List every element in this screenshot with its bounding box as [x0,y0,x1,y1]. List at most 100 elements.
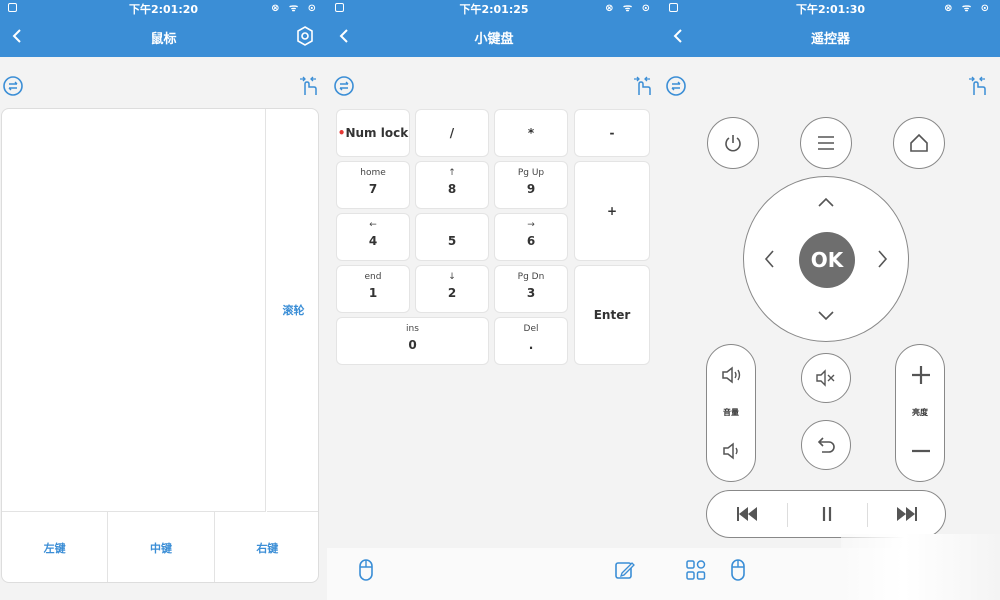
divider [867,503,868,527]
apps-grid-icon[interactable] [685,558,707,582]
key-enter[interactable]: Enter [574,265,650,365]
key-label: 8 [447,182,457,196]
key-6[interactable]: → 6 [494,213,568,261]
keypad-screen: 下午2:01:25 ⊗ ᯤ ⊙ 小键盘 •Num lock / * - home… [327,0,661,600]
key-label: 9 [526,182,536,196]
left-click-button[interactable]: 左键 [2,512,109,582]
edit-icon[interactable] [613,558,635,582]
key-plus[interactable]: + [574,161,650,261]
key-label: 1 [368,286,378,300]
key-label: / [449,126,455,140]
key-7[interactable]: home 7 [336,161,410,209]
app-screens: 下午2:01:20 ⊗ ᯤ ⊙ 鼠标 滚轮 左键 中键 右键 下午2:01:25… [0,0,1000,600]
key-8[interactable]: ↑ 8 [415,161,489,209]
bottom-toolbar [327,548,661,600]
home-icon [910,133,928,152]
switch-device-icon[interactable] [333,75,355,97]
key-0[interactable]: ins 0 [336,317,489,365]
next-track-icon[interactable] [895,503,919,525]
plus-icon[interactable] [909,363,933,387]
key-sublabel: → [527,220,535,230]
page-title: 遥控器 [810,32,850,47]
power-icon [725,135,741,152]
mouse-icon[interactable] [355,558,377,582]
media-controls [706,490,946,538]
menu-icon [818,136,834,150]
home-button[interactable] [893,117,945,169]
key-sublabel: ↑ [448,168,456,178]
key-label: 6 [526,234,536,248]
page-title: 鼠标 [150,32,177,47]
left-arrow-icon[interactable] [758,248,780,270]
mouse-screen: 下午2:01:20 ⊗ ᯤ ⊙ 鼠标 滚轮 左键 中键 右键 [0,0,327,600]
key-decimal[interactable]: Del. [494,317,568,365]
key-sublabel: Pg Dn [517,272,545,282]
up-arrow-icon[interactable] [815,191,837,213]
key-sublabel: ↓ [448,272,456,282]
status-bar: 下午2:01:25 ⊗ ᯤ ⊙ [327,0,661,16]
middle-click-button[interactable]: 中键 [108,512,215,582]
status-icons: ⊗ ᯤ ⊙ [271,3,319,14]
key-5[interactable]: 5 [415,213,489,261]
nav-bar: 鼠标 [0,16,327,57]
volume-up-icon[interactable] [720,363,744,387]
key-label: Num lock [345,126,409,140]
mute-icon [816,369,835,387]
wheel-label: 滚轮 [282,304,305,317]
switch-device-icon[interactable] [665,75,687,97]
gesture-hand-icon[interactable] [297,75,319,97]
menu-button[interactable] [800,117,852,169]
key-label: 7 [368,182,378,196]
gesture-hand-icon[interactable] [631,75,653,97]
switch-device-icon[interactable] [2,75,24,97]
key-9[interactable]: Pg Up 9 [494,161,568,209]
key-3[interactable]: Pg Dn 3 [494,265,568,313]
key-label: . [528,338,534,352]
key-label: 3 [526,286,536,300]
down-arrow-icon[interactable] [815,305,837,327]
mute-button[interactable] [801,353,851,403]
key-sublabel: Del [523,324,539,334]
direction-pad: OK [743,176,909,342]
key-label: + [606,204,618,218]
key-divide[interactable]: / [415,109,489,157]
mouse-icon[interactable] [727,558,749,582]
status-bar: 下午2:01:30 ⊗ ᯤ ⊙ [661,0,1000,16]
volume-down-icon[interactable] [720,439,744,463]
scroll-wheel[interactable]: 滚轮 [267,109,318,512]
key-label: 0 [408,338,417,352]
remote-screen: 下午2:01:30 ⊗ ᯤ ⊙ 遥控器 OK 音量 亮度 [661,0,1000,600]
ok-button[interactable]: OK [799,232,855,288]
key-sublabel: ← [369,220,377,230]
right-click-button[interactable]: 右键 [215,512,318,582]
mouse-buttons: 左键 中键 右键 [2,512,318,582]
touch-area[interactable] [2,109,266,512]
return-button[interactable] [801,420,851,470]
key-4[interactable]: ← 4 [336,213,410,261]
minus-icon[interactable] [909,439,933,463]
key-label: - [609,126,615,140]
key-multiply[interactable]: * [494,109,568,157]
return-icon [817,437,835,453]
previous-track-icon[interactable] [735,503,759,525]
key-2[interactable]: ↓ 2 [415,265,489,313]
right-arrow-icon[interactable] [872,248,894,270]
key-numlock[interactable]: •Num lock [336,109,410,157]
status-bar: 下午2:01:20 ⊗ ᯤ ⊙ [0,0,327,16]
nav-bar: 遥控器 [661,16,1000,57]
gear-icon[interactable] [295,26,315,46]
gesture-hand-icon[interactable] [966,75,988,97]
brightness-label: 亮度 [912,408,928,417]
brightness-rocker: 亮度 [895,344,945,482]
nav-bar: 小键盘 [327,16,661,57]
key-sublabel: home [360,168,386,178]
key-sublabel: ins [406,324,419,334]
status-icons: ⊗ ᯤ ⊙ [605,3,653,14]
pause-icon[interactable] [815,503,839,525]
power-button[interactable] [707,117,759,169]
key-label: * [527,126,535,140]
key-minus[interactable]: - [574,109,650,157]
key-1[interactable]: end 1 [336,265,410,313]
key-sublabel: Pg Up [517,168,545,178]
key-label: 4 [368,234,378,248]
